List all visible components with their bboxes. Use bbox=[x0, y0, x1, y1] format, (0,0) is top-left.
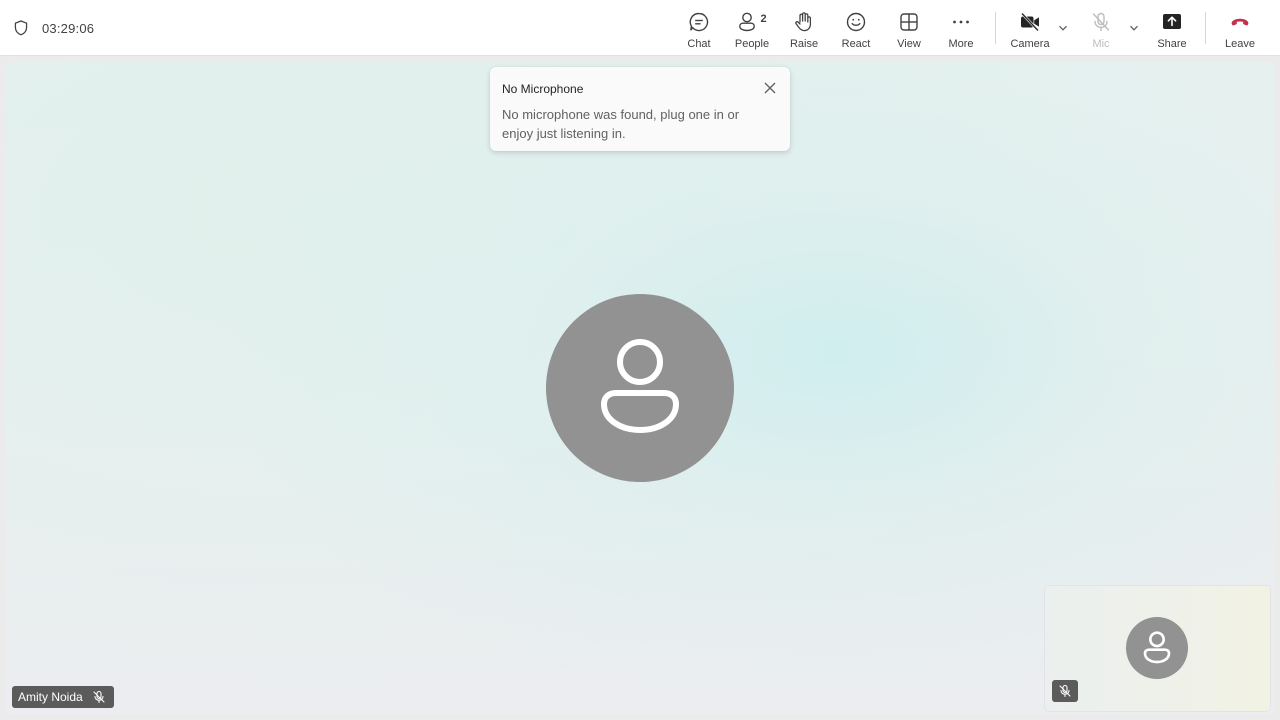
react-button[interactable]: React bbox=[841, 6, 871, 50]
view-label: View bbox=[897, 38, 921, 50]
raise-label: Raise bbox=[789, 38, 819, 50]
mic-options-button[interactable] bbox=[1126, 20, 1142, 36]
participant-name-tag: Amity Noida bbox=[12, 686, 114, 708]
person-icon bbox=[1143, 631, 1171, 664]
person-icon bbox=[600, 339, 680, 434]
chevron-down-icon bbox=[1130, 25, 1138, 31]
meeting-timer-group: 03:29:06 bbox=[12, 17, 94, 39]
chat-icon bbox=[687, 10, 711, 33]
toast-message: No microphone was found, plug one in or … bbox=[502, 107, 740, 141]
toolbar-divider bbox=[995, 12, 996, 44]
mic-muted-icon bbox=[92, 690, 106, 704]
mic-label: Mic bbox=[1092, 38, 1110, 50]
toolbar-divider bbox=[1205, 12, 1206, 44]
people-label: People bbox=[734, 38, 770, 50]
shield-icon bbox=[14, 20, 28, 36]
meeting-timer: 03:29:06 bbox=[42, 20, 95, 36]
self-mic-muted-badge bbox=[1052, 680, 1078, 702]
chat-button[interactable]: Chat bbox=[684, 6, 714, 50]
camera-button[interactable]: Camera bbox=[1010, 6, 1050, 50]
raise-hand-icon bbox=[792, 10, 816, 33]
participant-name: Amity Noida bbox=[18, 690, 83, 704]
camera-off-icon bbox=[1018, 10, 1042, 33]
raise-hand-button[interactable]: Raise bbox=[789, 6, 819, 50]
chevron-down-icon bbox=[1059, 25, 1067, 31]
leave-button[interactable]: Leave bbox=[1225, 6, 1255, 50]
close-icon bbox=[764, 82, 776, 94]
mic-button[interactable]: Mic bbox=[1086, 6, 1116, 50]
toast-close-button[interactable] bbox=[762, 80, 778, 96]
toast-title: No Microphone bbox=[502, 82, 584, 96]
self-view-tile[interactable] bbox=[1045, 586, 1270, 711]
participant-avatar bbox=[546, 294, 734, 482]
share-button[interactable]: Share bbox=[1157, 6, 1187, 50]
people-count: 2 bbox=[760, 12, 767, 25]
leave-label: Leave bbox=[1225, 38, 1255, 50]
more-label: More bbox=[948, 38, 974, 50]
camera-options-button[interactable] bbox=[1055, 20, 1071, 36]
camera-label: Camera bbox=[1010, 38, 1050, 50]
share-icon bbox=[1160, 10, 1184, 33]
chat-label: Chat bbox=[687, 38, 711, 50]
view-button[interactable]: View bbox=[894, 6, 924, 50]
react-label: React bbox=[841, 38, 871, 50]
mic-muted-icon bbox=[1059, 684, 1071, 698]
leave-icon bbox=[1228, 10, 1252, 33]
no-microphone-toast: No Microphone No microphone was found, p… bbox=[490, 67, 790, 151]
more-icon bbox=[949, 10, 973, 33]
meeting-toolbar: 03:29:06 Chat 2 People Raise React View … bbox=[0, 0, 1280, 56]
mic-off-icon bbox=[1089, 10, 1113, 33]
view-icon bbox=[897, 10, 921, 33]
share-label: Share bbox=[1157, 38, 1187, 50]
self-avatar bbox=[1126, 617, 1188, 679]
people-icon: 2 bbox=[735, 10, 769, 33]
react-icon bbox=[844, 10, 868, 33]
more-button[interactable]: More bbox=[946, 6, 976, 50]
people-button[interactable]: 2 People bbox=[733, 6, 771, 50]
